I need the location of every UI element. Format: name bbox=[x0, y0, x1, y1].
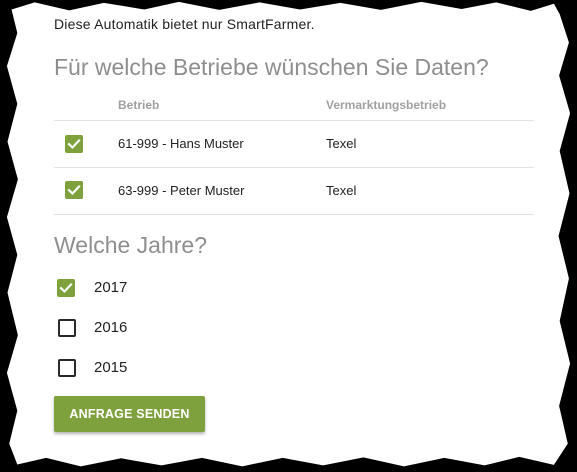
farm-name: 61-999 - Hans Muster bbox=[118, 136, 244, 151]
marketing-farm: Texel bbox=[326, 136, 357, 151]
table-divider bbox=[54, 214, 534, 215]
checkmark-icon bbox=[67, 184, 81, 196]
column-header-betrieb: Betrieb bbox=[118, 98, 160, 112]
year-label: 2015 bbox=[94, 359, 128, 376]
farm-checkbox-checked[interactable] bbox=[65, 135, 83, 153]
screenshot-frame: Diese Automatik bietet nur SmartFarmer. … bbox=[0, 0, 577, 472]
year-checkbox-unchecked[interactable] bbox=[58, 359, 76, 377]
table-row: 61-999 - Hans Muster Texel bbox=[54, 121, 534, 167]
years-question-heading: Welche Jahre? bbox=[54, 232, 207, 258]
year-option[interactable]: 2016 bbox=[54, 318, 254, 340]
farm-checkbox-checked[interactable] bbox=[65, 181, 83, 199]
checkmark-icon bbox=[59, 282, 73, 294]
column-header-vermarktungsbetrieb: Vermarktungsbetrieb bbox=[326, 98, 447, 112]
farms-question-heading: Für welche Betriebe wünschen Sie Daten? bbox=[54, 54, 489, 80]
submit-request-button[interactable]: ANFRAGE SENDEN bbox=[54, 396, 205, 432]
intro-text: Diese Automatik bietet nur SmartFarmer. bbox=[54, 16, 315, 32]
year-option[interactable]: 2017 bbox=[54, 278, 254, 300]
checkmark-icon bbox=[67, 138, 81, 150]
data-request-form: Diese Automatik bietet nur SmartFarmer. … bbox=[0, 0, 577, 472]
year-checkbox-unchecked[interactable] bbox=[58, 319, 76, 337]
table-row: 63-999 - Peter Muster Texel bbox=[54, 168, 534, 214]
marketing-farm: Texel bbox=[326, 183, 357, 198]
year-label: 2016 bbox=[94, 319, 128, 336]
year-label: 2017 bbox=[94, 279, 128, 296]
year-option[interactable]: 2015 bbox=[54, 358, 254, 380]
farm-name: 63-999 - Peter Muster bbox=[118, 183, 245, 198]
year-checkbox-checked[interactable] bbox=[57, 279, 75, 297]
